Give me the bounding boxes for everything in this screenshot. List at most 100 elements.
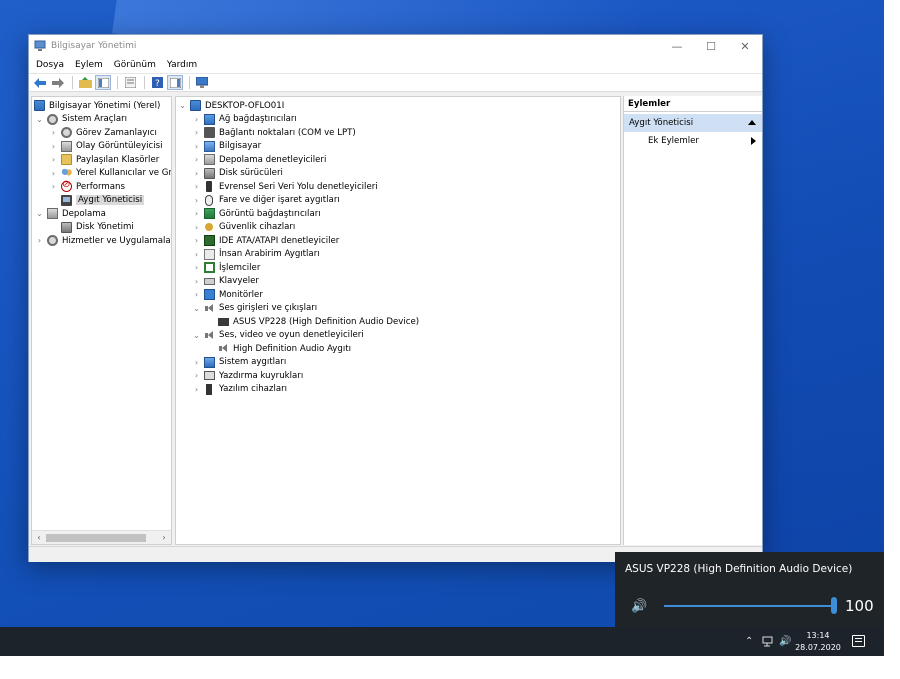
back-button[interactable] (32, 75, 48, 90)
tree-shared-folders[interactable]: › Paylaşılan Klasörler (49, 153, 159, 167)
tree-root[interactable]: Bilgisayar Yönetimi (Yerel) (34, 99, 160, 113)
services-icon (47, 235, 58, 247)
chevron-right-icon[interactable]: › (49, 128, 58, 137)
show-hidden-icons-button[interactable]: ⌃ (745, 627, 753, 656)
display-adapter-icon (204, 208, 215, 220)
device-category[interactable]: › Yazılım cihazları (192, 383, 287, 397)
device-category[interactable]: › Görüntü bağdaştırıcıları (192, 207, 321, 221)
device-category[interactable]: › Fare ve diğer işaret aygıtları (192, 194, 340, 208)
chevron-right-icon[interactable]: › (192, 169, 201, 178)
chevron-right-icon[interactable]: › (192, 155, 201, 164)
chevron-right-icon[interactable]: › (192, 290, 201, 299)
chevron-down-icon[interactable]: ⌄ (192, 331, 201, 340)
device-tree[interactable]: ⌄ DESKTOP-OFLO01I › Ağ bağdaştırıcıları … (175, 96, 621, 545)
scroll-left-icon[interactable]: ‹ (33, 532, 45, 544)
volume-slider[interactable] (664, 605, 835, 607)
chevron-right-icon[interactable]: › (192, 223, 201, 232)
actions-device-manager[interactable]: Aygıt Yöneticisi (624, 114, 762, 132)
chevron-right-icon[interactable]: › (192, 371, 201, 380)
tree-local-users[interactable]: › Yerel Kullanıcılar ve Gru (49, 167, 171, 181)
clock[interactable]: 13:14 28.07.2020 (795, 630, 841, 654)
device-item[interactable]: ASUS VP228 (High Definition Audio Device… (218, 315, 419, 329)
collapse-up-icon[interactable] (748, 120, 756, 125)
help-button[interactable]: ? (149, 75, 165, 90)
device-category[interactable]: › Yazdırma kuyrukları (192, 369, 303, 383)
tree-task-scheduler[interactable]: › Görev Zamanlayıcı (49, 126, 157, 140)
chevron-right-icon[interactable]: › (192, 236, 201, 245)
action-center-icon[interactable] (852, 635, 865, 647)
device-category[interactable]: › IDE ATA/ATAPI denetleyiciler (192, 234, 339, 248)
chevron-right-icon[interactable]: › (49, 155, 58, 164)
show-hide-tree-button[interactable] (95, 75, 111, 90)
device-category-expanded[interactable]: ⌄ Ses, video ve oyun denetleyicileri (192, 329, 364, 343)
console-tree[interactable]: Bilgisayar Yönetimi (Yerel) ⌄ Sistem Ara… (31, 96, 172, 545)
tree-event-viewer[interactable]: › Olay Görüntüleyicisi (49, 140, 163, 154)
device-category[interactable]: › Monitörler (192, 288, 263, 302)
menu-gorunum[interactable]: Görünüm (110, 60, 160, 70)
chevron-right-icon[interactable]: › (192, 358, 201, 367)
tree-disk-management[interactable]: Disk Yönetimi (61, 221, 134, 235)
minimize-button[interactable]: — (660, 35, 694, 57)
tree-device-manager[interactable]: Aygıt Yöneticisi (61, 194, 145, 208)
device-category[interactable]: › Güvenlik cihazları (192, 221, 295, 235)
audio-device-name[interactable]: ASUS VP228 (High Definition Audio Device… (625, 563, 852, 575)
scan-hardware-button[interactable] (194, 75, 210, 90)
title-bar[interactable]: Bilgisayar Yönetimi — ☐ ✕ (29, 35, 762, 57)
chevron-right-icon[interactable]: › (49, 182, 58, 191)
scrollbar-thumb[interactable] (46, 534, 146, 542)
chevron-down-icon[interactable]: ⌄ (192, 304, 201, 313)
horizontal-scrollbar[interactable]: ‹ › (32, 530, 171, 544)
speaker-icon (204, 303, 215, 314)
device-category[interactable]: › Bağlantı noktaları (COM ve LPT) (192, 126, 356, 140)
more-actions[interactable]: Ek Eylemler (624, 132, 762, 150)
show-action-pane-button[interactable] (167, 75, 183, 90)
volume-tray-button[interactable]: 🔊 (779, 627, 791, 656)
device-item[interactable]: High Definition Audio Aygıtı (218, 342, 351, 356)
device-category[interactable]: › Sistem aygıtları (192, 356, 286, 370)
chevron-right-icon[interactable]: › (192, 128, 201, 137)
chevron-right-icon[interactable]: › (192, 250, 201, 259)
tree-system-tools[interactable]: ⌄ Sistem Araçları (35, 113, 127, 127)
chevron-right-icon[interactable]: › (192, 182, 201, 191)
properties-button[interactable] (122, 75, 138, 90)
chevron-down-icon[interactable]: ⌄ (178, 101, 187, 110)
chevron-right-icon[interactable]: › (49, 169, 58, 178)
close-button[interactable]: ✕ (728, 35, 762, 57)
chevron-right-icon[interactable]: › (192, 209, 201, 218)
network-tray-button[interactable] (762, 627, 775, 656)
chevron-right-icon[interactable]: › (49, 142, 58, 151)
up-level-button[interactable] (77, 75, 93, 90)
volume-slider-thumb[interactable] (831, 597, 837, 614)
chevron-right-icon[interactable]: › (192, 196, 201, 205)
menu-eylem[interactable]: Eylem (71, 60, 107, 70)
chevron-down-icon[interactable]: ⌄ (35, 209, 44, 218)
chevron-right-icon[interactable]: › (192, 115, 201, 124)
speaker-icon[interactable]: 🔊 (631, 599, 647, 614)
chevron-right-icon[interactable]: › (192, 142, 201, 151)
device-category[interactable]: › Klavyeler (192, 275, 259, 289)
tree-performance[interactable]: › Performans (49, 179, 125, 194)
device-category-expanded[interactable]: ⌄ Ses girişleri ve çıkışları (192, 302, 317, 316)
tree-storage[interactable]: ⌄ Depolama (35, 207, 106, 221)
chevron-down-icon[interactable]: ⌄ (35, 115, 44, 124)
menu-dosya[interactable]: Dosya (32, 60, 68, 70)
maximize-button[interactable]: ☐ (694, 35, 728, 57)
device-category[interactable]: › Bilgisayar (192, 140, 261, 154)
forward-button[interactable] (50, 75, 66, 90)
chevron-right-icon[interactable]: › (35, 236, 44, 245)
device-category[interactable]: › İşlemciler (192, 261, 260, 275)
device-root[interactable]: ⌄ DESKTOP-OFLO01I (178, 99, 284, 113)
scroll-right-icon[interactable]: › (158, 532, 170, 544)
device-category[interactable]: › İnsan Arabirim Aygıtları (192, 248, 320, 262)
menu-yardim[interactable]: Yardım (163, 60, 201, 70)
chevron-right-icon[interactable]: › (192, 263, 201, 272)
device-category[interactable]: › Evrensel Seri Veri Yolu denetleyiciler… (192, 180, 378, 194)
device-category[interactable]: › Disk sürücüleri (192, 167, 283, 181)
device-category[interactable]: › Depolama denetleyicileri (192, 153, 326, 167)
device-category[interactable]: › Ağ bağdaştırıcıları (192, 113, 297, 127)
chevron-right-icon[interactable]: › (192, 277, 201, 286)
close-icon: ✕ (740, 39, 750, 53)
tree-services[interactable]: › Hizmetler ve Uygulamalar (35, 234, 171, 248)
speaker-icon (204, 330, 215, 341)
chevron-right-icon[interactable]: › (192, 385, 201, 394)
